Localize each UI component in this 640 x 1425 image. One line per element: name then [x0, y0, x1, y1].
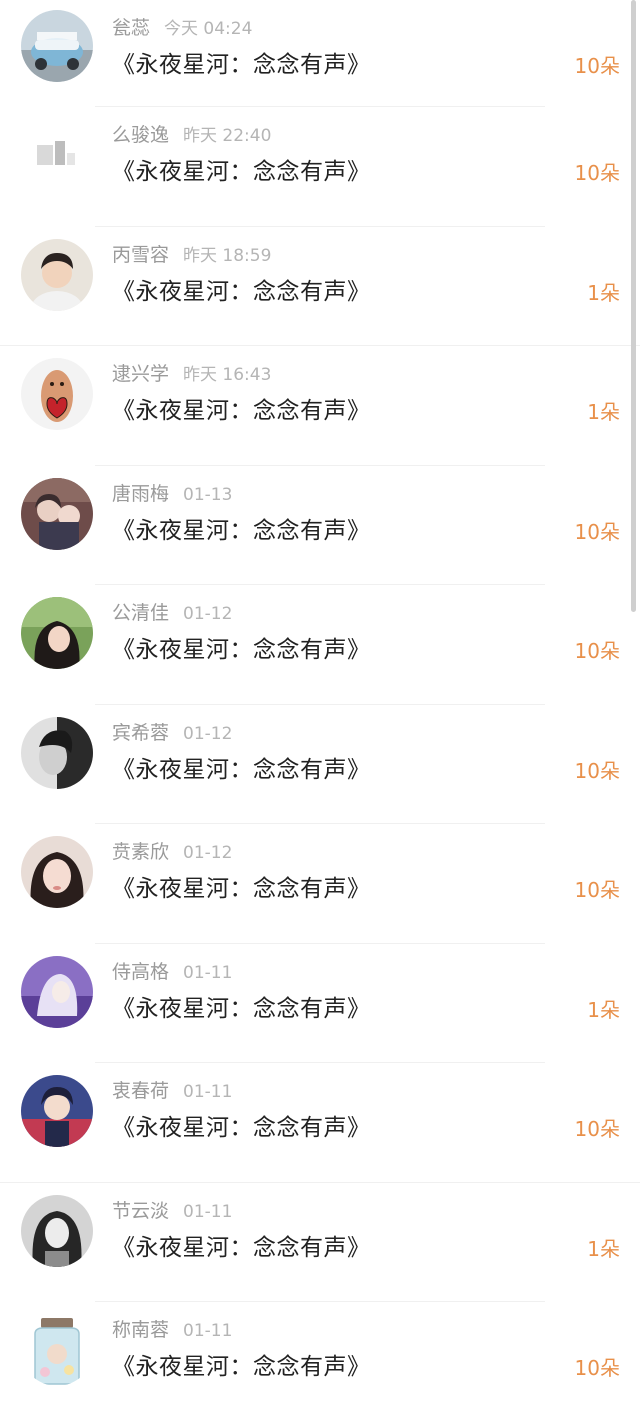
list-item[interactable]: 称南蓉 01-11 《永夜星河：念念有声》 10朵	[0, 1302, 640, 1422]
sender-name[interactable]: 宾希蓉	[112, 722, 169, 744]
sent-time: 昨天 18:59	[183, 245, 272, 266]
sender-name[interactable]: 唐雨梅	[112, 483, 169, 505]
sent-time: 01-11	[183, 1082, 233, 1102]
sender-info: 逮兴学 昨天 16:43	[112, 362, 271, 386]
sent-time: 今天 04:24	[164, 19, 253, 39]
sent-time: 昨天 22:40	[183, 126, 272, 146]
sender-info: 侍高格 01-11	[112, 960, 232, 984]
gift-amount: 1朵	[587, 280, 620, 305]
list-item[interactable]: 瓮蕊 今天 04:24 《永夜星河：念念有声》 10朵	[0, 0, 640, 107]
gift-amount: 10朵	[574, 758, 620, 783]
sender-info: 节云淡 01-11	[112, 1199, 232, 1223]
book-title[interactable]: 《永夜星河：念念有声》	[112, 874, 371, 904]
scrollbar[interactable]	[631, 0, 636, 612]
book-title[interactable]: 《永夜星河：念念有声》	[112, 277, 371, 307]
boy-portrait-avatar[interactable]	[21, 238, 93, 311]
sender-name[interactable]: 公清佳	[112, 602, 169, 624]
girl-selfie-avatar[interactable]	[21, 836, 93, 908]
monochrome-portrait-avatar[interactable]	[21, 716, 93, 789]
sender-name[interactable]: 节云淡	[112, 1200, 169, 1222]
sent-time: 01-12	[183, 604, 233, 624]
book-title[interactable]: 《永夜星河：念念有声》	[112, 396, 371, 426]
sender-info: 丙雪容 昨天 18:59	[112, 243, 271, 267]
sender-info: 称南蓉 01-11	[112, 1318, 232, 1342]
gift-amount: 10朵	[574, 54, 620, 78]
sender-info: 贲素欣 01-12	[112, 840, 232, 864]
gift-amount: 1朵	[587, 997, 620, 1022]
sent-time: 01-12	[183, 723, 233, 744]
anime-couple-avatar[interactable]	[21, 477, 93, 550]
book-title[interactable]: 《永夜星河：念念有声》	[112, 1352, 371, 1382]
sender-name[interactable]: 称南蓉	[112, 1319, 169, 1341]
sender-info: 唐雨梅 01-13	[112, 482, 232, 506]
anime-purple-avatar[interactable]	[21, 955, 93, 1028]
gift-amount: 10朵	[574, 519, 620, 544]
book-title[interactable]: 《永夜星河：念念有声》	[112, 635, 371, 665]
list-item[interactable]: 侍高格 01-11 《永夜星河：念念有声》 1朵	[0, 944, 640, 1063]
jar-illustration-avatar[interactable]	[21, 1314, 93, 1386]
list-item[interactable]: 节云淡 01-11 《永夜星河：念念有声》 1朵	[0, 1183, 640, 1302]
sender-info: 宾希蓉 01-12	[112, 721, 232, 745]
list-item[interactable]: 宾希蓉 01-12 《永夜星河：念念有声》 10朵	[0, 705, 640, 824]
sender-name[interactable]: 侍高格	[112, 961, 169, 983]
anime-boy-avatar[interactable]	[21, 1075, 93, 1147]
sender-name[interactable]: 贲素欣	[112, 841, 169, 863]
sent-time: 01-13	[183, 484, 233, 505]
sender-info: 瓮蕊 今天 04:24	[112, 16, 252, 40]
gift-amount: 10朵	[574, 1117, 620, 1141]
gift-amount: 1朵	[587, 400, 620, 424]
list-item[interactable]: 丙雪容 昨天 18:59 《永夜星河：念念有声》 1朵	[0, 227, 640, 346]
list-item[interactable]: 么骏逸 昨天 22:40 《永夜星河：念念有声》 10朵	[0, 107, 640, 227]
book-title[interactable]: 《永夜星河：念念有声》	[112, 994, 371, 1024]
sent-time: 01-11	[183, 962, 233, 983]
sender-name[interactable]: 丙雪容	[112, 244, 169, 266]
girl-greenery-avatar[interactable]	[21, 597, 93, 669]
gift-amount: 10朵	[574, 161, 620, 185]
gift-record-list: 瓮蕊 今天 04:24 《永夜星河：念念有声》 10朵 么骏逸 昨天 22:40 《…	[0, 0, 640, 1422]
list-item[interactable]: 公清佳 01-12 《永夜星河：念念有声》 10朵	[0, 585, 640, 705]
sender-name[interactable]: 瓮蕊	[112, 17, 150, 39]
sender-name[interactable]: 逮兴学	[112, 363, 169, 385]
sender-name[interactable]: 么骏逸	[112, 124, 169, 146]
sender-info: 公清佳 01-12	[112, 601, 232, 625]
book-title[interactable]: 《永夜星河：念念有声》	[112, 50, 371, 80]
sent-time: 01-12	[183, 843, 233, 863]
sender-info: 么骏逸 昨天 22:40	[112, 123, 271, 147]
sender-name[interactable]: 衷春荷	[112, 1080, 169, 1102]
gift-amount: 10朵	[574, 1356, 620, 1380]
sent-time: 01-11	[183, 1321, 233, 1341]
book-title[interactable]: 《永夜星河：念念有声》	[112, 1113, 371, 1143]
car-photo-avatar[interactable]	[21, 10, 93, 82]
gift-amount: 10朵	[574, 639, 620, 663]
bw-girl-avatar[interactable]	[21, 1194, 93, 1267]
book-title[interactable]: 《永夜星河：念念有声》	[112, 755, 371, 785]
book-title[interactable]: 《永夜星河：念念有声》	[112, 157, 371, 187]
list-item[interactable]: 贲素欣 01-12 《永夜星河：念念有声》 10朵	[0, 824, 640, 944]
sent-time: 昨天 16:43	[183, 365, 272, 385]
sender-info: 衷春荷 01-11	[112, 1079, 232, 1103]
sent-time: 01-11	[183, 1201, 233, 1222]
book-title[interactable]: 《永夜星河：念念有声》	[112, 516, 371, 546]
list-item[interactable]: 唐雨梅 01-13 《永夜星河：念念有声》 10朵	[0, 466, 640, 585]
list-item[interactable]: 衷春荷 01-11 《永夜星河：念念有声》 10朵	[0, 1063, 640, 1183]
book-title[interactable]: 《永夜星河：念念有声》	[112, 1233, 371, 1263]
gift-amount: 1朵	[587, 1236, 620, 1261]
faded-sketch-avatar[interactable]	[21, 119, 93, 191]
gift-amount: 10朵	[574, 878, 620, 902]
heart-doll-avatar[interactable]	[21, 358, 93, 430]
list-item[interactable]: 逮兴学 昨天 16:43 《永夜星河：念念有声》 1朵	[0, 346, 640, 466]
